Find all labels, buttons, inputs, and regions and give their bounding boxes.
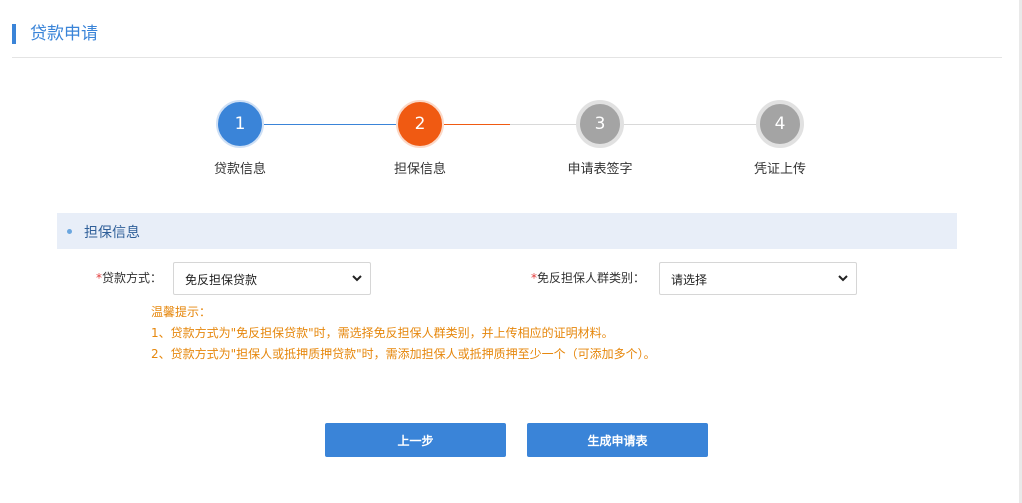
step-guarantee-info: 2 担保信息 [360, 100, 480, 177]
tips-box: 温馨提示： 1、贷款方式为"免反担保贷款"时，需选择免反担保人群类别，并上传相应… [151, 302, 656, 365]
step-voucher-upload: 4 凭证上传 [720, 100, 840, 177]
section-bullet-icon [67, 229, 72, 234]
page-header: 贷款申请 [12, 22, 1002, 58]
guarantor-category-select[interactable]: 请选择 [659, 262, 857, 295]
loan-method-label: *贷款方式： [96, 271, 163, 285]
step-circle-1: 1 [216, 100, 264, 148]
chevron-down-icon [352, 275, 362, 282]
step-circle-2: 2 [396, 100, 444, 148]
tips-line-2: 2、贷款方式为"担保人或抵押质押贷款"时，需添加担保人或抵押质押至少一个（可添加… [151, 347, 656, 361]
step-loan-info: 1 贷款信息 [180, 100, 300, 177]
progress-stepper: 1 贷款信息 2 担保信息 3 申请表签字 4 凭证上传 [180, 100, 840, 180]
chevron-down-icon [838, 275, 848, 282]
step-circle-3: 3 [576, 100, 624, 148]
step-circle-4: 4 [756, 100, 804, 148]
step-label-1: 贷款信息 [213, 162, 266, 177]
tips-title: 温馨提示： [151, 305, 212, 319]
guarantor-category-value: 请选择 [671, 273, 708, 287]
step-label-3: 申请表签字 [567, 162, 633, 177]
generate-application-button[interactable]: 生成申请表 [527, 423, 708, 457]
step-label-4: 凭证上传 [753, 162, 806, 177]
loan-method-value: 免反担保贷款 [185, 273, 258, 287]
section-title: 担保信息 [84, 225, 140, 241]
tips-line-1: 1、贷款方式为"免反担保贷款"时，需选择免反担保人群类别，并上传相应的证明材料。 [151, 326, 614, 340]
prev-step-button[interactable]: 上一步 [325, 423, 506, 457]
section-header: 担保信息 [57, 213, 957, 249]
title-accent-bar [12, 24, 16, 44]
guarantor-category-label: *免反担保人群类别： [531, 271, 646, 285]
loan-method-select[interactable]: 免反担保贷款 [173, 262, 371, 295]
page-title: 贷款申请 [30, 24, 98, 44]
step-label-2: 担保信息 [393, 162, 446, 177]
step-application-sign: 3 申请表签字 [540, 100, 660, 177]
